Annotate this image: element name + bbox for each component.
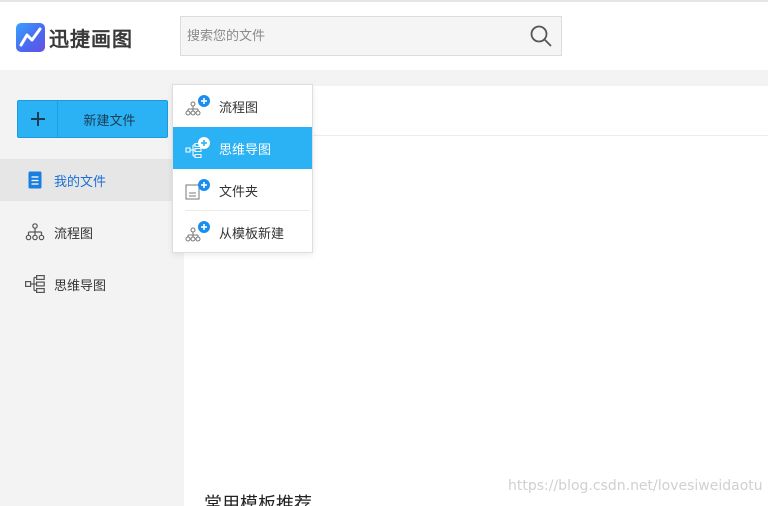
sidebar-item-mindmap[interactable]: 思维导图 [0, 263, 184, 305]
app-name: 迅捷画图 [49, 26, 133, 51]
watermark: https://blog.csdn.net/lovesiweidaotu [508, 478, 763, 494]
dropdown-item-folder[interactable]: 文件夹 [173, 169, 312, 211]
mindmap-icon [24, 273, 46, 295]
add-folder-icon [185, 179, 211, 201]
new-file-dropdown: 流程图 思维导图 文件夹 从模板新建 [172, 84, 313, 253]
header: 迅捷画图 [0, 2, 768, 70]
sidebar-item-label: 流程图 [54, 226, 94, 242]
dropdown-item-label: 文件夹 [219, 184, 259, 200]
flowchart-icon [24, 221, 46, 243]
plus-icon [18, 101, 58, 137]
dropdown-item-label: 从模板新建 [219, 226, 285, 242]
dropdown-item-label: 思维导图 [219, 142, 272, 158]
document-icon [24, 169, 46, 191]
dropdown-item-from-template[interactable]: 从模板新建 [173, 211, 312, 253]
add-flowchart-icon [185, 95, 211, 117]
new-file-button[interactable]: 新建文件 [17, 100, 168, 138]
dropdown-item-flowchart[interactable]: 流程图 [173, 85, 312, 127]
new-file-label: 新建文件 [83, 113, 136, 129]
search-input[interactable] [181, 17, 521, 55]
sidebar-item-label: 思维导图 [54, 278, 107, 294]
add-from-template-icon [185, 221, 211, 243]
section-title: 常用模板推荐 [204, 494, 312, 506]
sidebar-item-my-files[interactable]: 我的文件 [0, 159, 184, 201]
sidebar-item-label: 我的文件 [54, 174, 107, 190]
logo-icon [16, 22, 45, 52]
sidebar-item-flowchart[interactable]: 流程图 [0, 211, 184, 253]
dropdown-item-mindmap[interactable]: 思维导图 [173, 127, 312, 169]
add-mindmap-icon [185, 137, 211, 159]
search-icon[interactable] [521, 17, 561, 55]
dropdown-item-label: 流程图 [219, 100, 259, 116]
search-box [180, 16, 562, 56]
sidebar: 新建文件 我的文件 流程图 思维导图 [0, 70, 184, 506]
app-logo[interactable]: 迅捷画图 [16, 22, 133, 52]
